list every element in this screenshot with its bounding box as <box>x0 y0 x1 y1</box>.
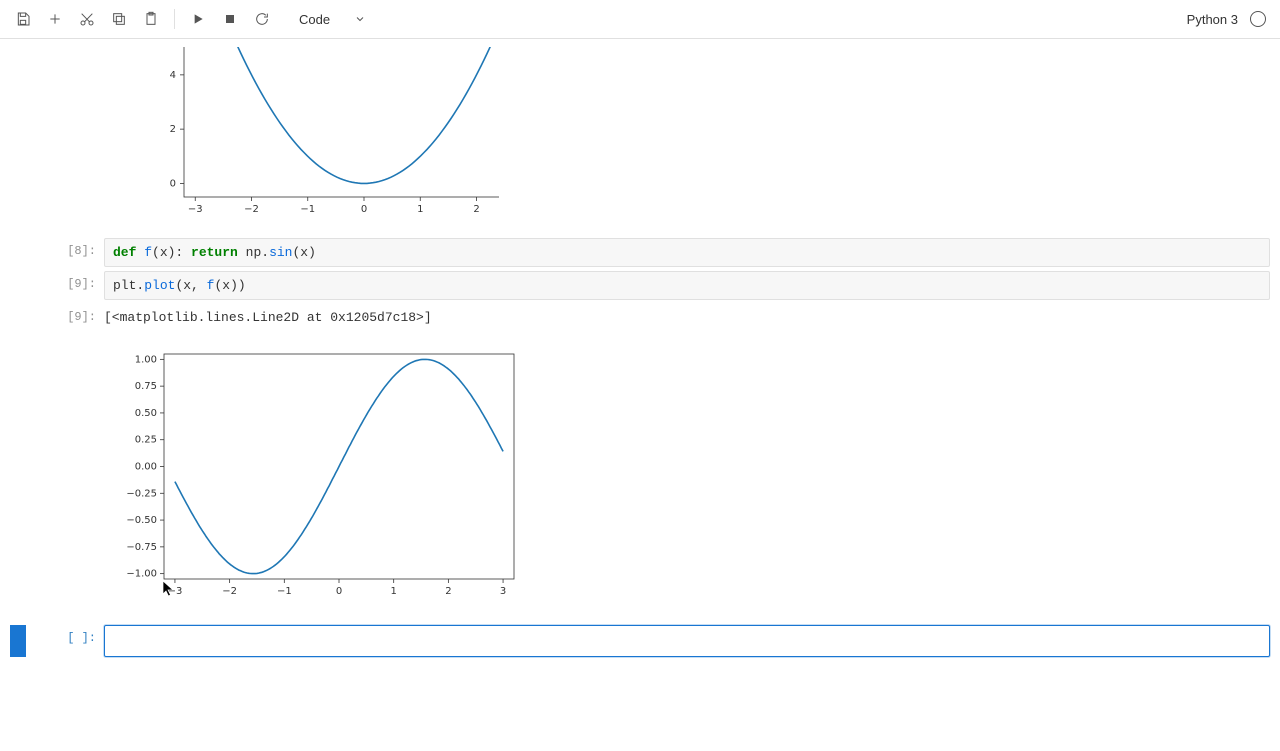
code-cell-9[interactable]: [9]: plt.plot(x, f(x)) <box>10 271 1270 300</box>
code-input[interactable]: plt.plot(x, f(x)) <box>104 271 1270 300</box>
code-input[interactable] <box>104 625 1270 657</box>
svg-text:1: 1 <box>391 586 397 597</box>
kernel-name[interactable]: Python 3 <box>1187 12 1238 27</box>
cut-button[interactable] <box>74 6 100 32</box>
svg-text:4: 4 <box>170 70 176 81</box>
notebook-toolbar: Code Python 3 <box>0 0 1280 39</box>
svg-text:2: 2 <box>473 204 479 215</box>
cell-type-label: Code <box>299 12 330 27</box>
save-button[interactable] <box>10 6 36 32</box>
plot-parabola: 024 −3−2−10123 <box>104 47 499 227</box>
kernel-status: Python 3 <box>1187 11 1270 27</box>
interrupt-button[interactable] <box>217 6 243 32</box>
svg-text:1: 1 <box>417 204 423 215</box>
kernel-indicator-icon[interactable] <box>1250 11 1266 27</box>
svg-text:−3: −3 <box>168 586 183 597</box>
svg-text:1.00: 1.00 <box>135 354 157 365</box>
output-cell-plot-top: 024 −3−2−10123 <box>10 43 1270 234</box>
paste-button[interactable] <box>138 6 164 32</box>
svg-text:2: 2 <box>170 124 176 135</box>
in-prompt: [8]: <box>26 238 104 267</box>
svg-text:−3: −3 <box>188 204 203 215</box>
svg-text:0.50: 0.50 <box>135 408 157 419</box>
svg-text:2: 2 <box>445 586 451 597</box>
svg-text:−1: −1 <box>277 586 292 597</box>
output-text: [<matplotlib.lines.Line2D at 0x1205d7c18… <box>104 304 1270 331</box>
in-prompt: [ ]: <box>26 625 104 657</box>
svg-text:−2: −2 <box>244 204 259 215</box>
toolbar-separator <box>174 9 175 29</box>
output-cell-plot-9: −1.00 −0.75 −0.50 −0.25 0.00 0.25 0.50 0.75 1.00… <box>10 335 1270 621</box>
code-cell-8[interactable]: [8]: def f(x): return np.sin(x) <box>10 238 1270 267</box>
svg-text:0.75: 0.75 <box>135 381 157 392</box>
svg-text:−2: −2 <box>222 586 237 597</box>
code-cell-empty-active[interactable]: [ ]: <box>10 625 1270 657</box>
chevron-down-icon <box>354 13 366 25</box>
svg-text:0.00: 0.00 <box>135 462 157 473</box>
svg-text:−1: −1 <box>300 204 315 215</box>
svg-text:−1.00: −1.00 <box>126 569 157 580</box>
output-cell-text-9: [9]: [<matplotlib.lines.Line2D at 0x1205… <box>10 304 1270 331</box>
cell-type-dropdown[interactable]: Code <box>289 12 376 27</box>
restart-button[interactable] <box>249 6 275 32</box>
insert-cell-below-button[interactable] <box>42 6 68 32</box>
run-button[interactable] <box>185 6 211 32</box>
svg-text:0: 0 <box>361 204 367 215</box>
svg-text:−0.75: −0.75 <box>126 542 157 553</box>
svg-text:−0.50: −0.50 <box>126 515 157 526</box>
svg-text:0: 0 <box>336 586 342 597</box>
code-input[interactable]: def f(x): return np.sin(x) <box>104 238 1270 267</box>
plot-sin: −1.00 −0.75 −0.50 −0.25 0.00 0.25 0.50 0.75 1.00… <box>104 339 524 614</box>
svg-text:−0.25: −0.25 <box>126 488 157 499</box>
notebook-area[interactable]: 0 2 4 −3 −2 −1 0 1 2 3 [8]: def f(x): return np.… <box>0 39 1280 751</box>
out-prompt: [9]: <box>26 304 104 331</box>
copy-button[interactable] <box>106 6 132 32</box>
svg-text:3: 3 <box>500 586 506 597</box>
active-cell-indicator <box>10 625 26 657</box>
in-prompt: [9]: <box>26 271 104 300</box>
svg-text:0: 0 <box>170 178 176 189</box>
svg-text:0.25: 0.25 <box>135 435 157 446</box>
